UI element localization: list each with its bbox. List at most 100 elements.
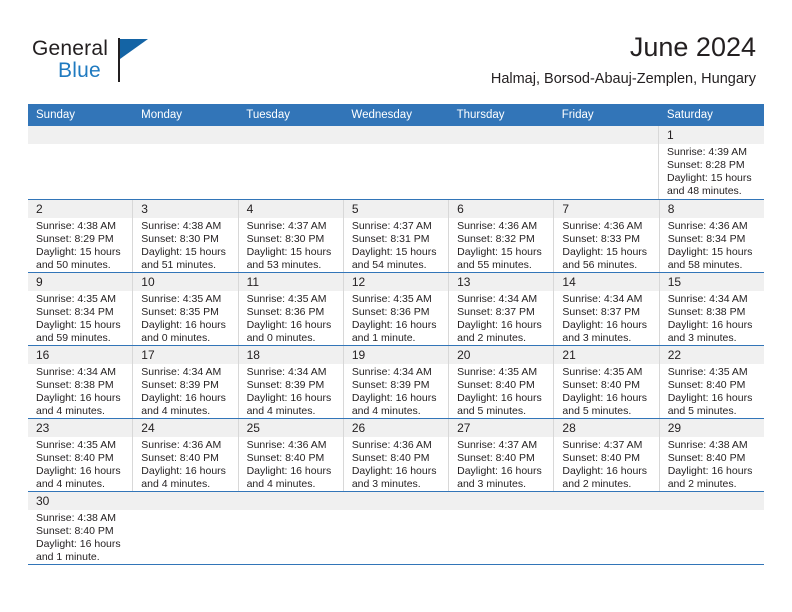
calendar-day-cell[interactable]: 21 Sunrise: 4:35 AM Sunset: 8:40 PM Dayligh… — [553, 346, 658, 418]
day-detail-lines: Sunrise: 4:36 AM Sunset: 8:32 PM Daylight:… — [457, 220, 547, 272]
day-detail-line: Sunset: 8:31 PM — [351, 233, 430, 245]
day-detail-lines: Sunrise: 4:39 AM Sunset: 8:28 PM Daylight:… — [667, 146, 758, 198]
day-detail-line: Daylight: 15 hours — [667, 246, 753, 258]
calendar-day-cell[interactable]: 22 Sunrise: 4:35 AM Sunset: 8:40 PM Dayligh… — [658, 346, 764, 418]
day-detail-line: Sunset: 8:34 PM — [667, 233, 746, 245]
calendar-day-cell[interactable]: 24 Sunrise: 4:36 AM Sunset: 8:40 PM Dayligh… — [132, 419, 237, 491]
day-detail-line: Sunrise: 4:35 AM — [36, 439, 116, 451]
day-detail-line: Daylight: 15 hours — [562, 246, 648, 258]
day-detail-line: Sunrise: 4:37 AM — [246, 220, 327, 232]
day-detail-lines: Sunrise: 4:36 AM Sunset: 8:34 PM Daylight:… — [668, 220, 758, 272]
day-detail-line: Sunrise: 4:36 AM — [141, 439, 222, 451]
calendar-day-cell[interactable]: 6 Sunrise: 4:36 AM Sunset: 8:32 PM Daylight… — [448, 200, 553, 272]
calendar-day-cell[interactable]: 15 Sunrise: 4:34 AM Sunset: 8:38 PM Dayligh… — [658, 273, 764, 345]
day-detail-line: Sunrise: 4:35 AM — [351, 293, 432, 305]
week-cells: 9 Sunrise: 4:35 AM Sunset: 8:34 PM Daylight… — [28, 273, 764, 345]
day-detail-lines: Sunrise: 4:34 AM Sunset: 8:38 PM Daylight:… — [36, 366, 126, 418]
day-detail-line: Sunset: 8:30 PM — [246, 233, 325, 245]
day-number — [456, 126, 547, 144]
calendar-day-cell[interactable]: 7 Sunrise: 4:36 AM Sunset: 8:33 PM Daylight… — [553, 200, 658, 272]
day-detail-lines: Sunrise: 4:37 AM Sunset: 8:40 PM Daylight:… — [457, 439, 547, 491]
day-detail-line: Sunrise: 4:35 AM — [36, 293, 116, 305]
day-detail-line: Daylight: 15 hours — [246, 246, 332, 258]
calendar-day-cell[interactable]: 8 Sunrise: 4:36 AM Sunset: 8:34 PM Daylight… — [658, 200, 764, 272]
day-number: 5 — [351, 202, 359, 216]
day-detail-line: Sunset: 8:39 PM — [351, 379, 430, 391]
day-detail-line: Daylight: 16 hours — [562, 392, 648, 404]
day-detail-line: Daylight: 16 hours — [457, 392, 542, 404]
calendar-day-cell[interactable]: 4 Sunrise: 4:37 AM Sunset: 8:30 PM Daylight… — [237, 200, 343, 272]
calendar-day-cell[interactable]: 18 Sunrise: 4:34 AM Sunset: 8:39 PM Dayligh… — [237, 346, 343, 418]
calendar-day-cell[interactable]: 14 Sunrise: 4:34 AM Sunset: 8:37 PM Dayligh… — [553, 273, 658, 345]
day-detail-line: Sunrise: 4:34 AM — [246, 366, 327, 378]
day-detail-lines: Sunrise: 4:37 AM Sunset: 8:31 PM Daylight:… — [352, 220, 442, 272]
day-detail-line: Daylight: 15 hours — [36, 319, 121, 331]
day-detail-line: and 59 minutes. — [36, 332, 111, 344]
calendar-day-cell[interactable]: 20 Sunrise: 4:35 AM Sunset: 8:40 PM Dayligh… — [448, 346, 553, 418]
calendar-day-cell[interactable]: 1 Sunrise: 4:39 AM Sunset: 8:28 PM Daylight… — [658, 126, 764, 199]
day-detail-line: and 4 minutes. — [36, 405, 105, 417]
calendar-day-cell[interactable]: 2 Sunrise: 4:38 AM Sunset: 8:29 PM Daylight… — [28, 200, 132, 272]
calendar-bottom-rule — [28, 564, 764, 565]
logo-flag-icon — [120, 39, 148, 59]
calendar-day-cell[interactable]: 13 Sunrise: 4:34 AM Sunset: 8:37 PM Dayligh… — [448, 273, 553, 345]
day-detail-line: Sunset: 8:40 PM — [36, 452, 114, 464]
calendar-day-cell-empty — [448, 126, 553, 199]
calendar-day-cell[interactable]: 30 Sunrise: 4:38 AM Sunset: 8:40 PM Dayligh… — [28, 492, 133, 564]
day-detail-line: Sunset: 8:36 PM — [351, 306, 430, 318]
calendar-day-cell[interactable]: 28 Sunrise: 4:37 AM Sunset: 8:40 PM Dayligh… — [553, 419, 658, 491]
weekday-header-friday: Friday — [561, 109, 594, 121]
day-detail-line: and 1 minute. — [351, 332, 416, 344]
day-detail-lines: Sunrise: 4:34 AM Sunset: 8:39 PM Daylight:… — [352, 366, 442, 418]
calendar-day-cell[interactable]: 29 Sunrise: 4:38 AM Sunset: 8:40 PM Dayligh… — [658, 419, 764, 491]
calendar-day-cell[interactable]: 10 Sunrise: 4:35 AM Sunset: 8:35 PM Dayligh… — [132, 273, 237, 345]
general-blue-logo[interactable]: General Blue — [32, 36, 192, 92]
calendar-day-cell[interactable]: 16 Sunrise: 4:34 AM Sunset: 8:38 PM Dayligh… — [28, 346, 132, 418]
calendar-day-cell[interactable]: 23 Sunrise: 4:35 AM Sunset: 8:40 PM Dayligh… — [28, 419, 132, 491]
day-number: 8 — [667, 202, 675, 216]
day-detail-line: Sunset: 8:40 PM — [36, 525, 114, 537]
day-detail-lines: Sunrise: 4:37 AM Sunset: 8:30 PM Daylight:… — [247, 220, 337, 272]
day-detail-line: and 4 minutes. — [246, 478, 316, 490]
day-number: 11 — [246, 275, 260, 289]
calendar-day-cell[interactable]: 5 Sunrise: 4:37 AM Sunset: 8:31 PM Daylight… — [342, 200, 448, 272]
calendar-day-cell[interactable]: 25 Sunrise: 4:36 AM Sunset: 8:40 PM Dayligh… — [237, 419, 343, 491]
day-detail-lines: Sunrise: 4:37 AM Sunset: 8:40 PM Daylight:… — [562, 439, 652, 491]
day-detail-line: and 4 minutes. — [351, 405, 421, 417]
day-detail-line: Sunset: 8:34 PM — [36, 306, 114, 318]
calendar-day-cell[interactable]: 11 Sunrise: 4:35 AM Sunset: 8:36 PM Dayligh… — [237, 273, 343, 345]
day-detail-lines: Sunrise: 4:35 AM Sunset: 8:36 PM Daylight:… — [352, 293, 442, 345]
day-detail-line: and 55 minutes. — [457, 259, 532, 271]
calendar-day-cell[interactable]: 27 Sunrise: 4:37 AM Sunset: 8:40 PM Dayligh… — [448, 419, 553, 491]
day-number: 24 — [141, 421, 155, 435]
calendar-day-cell[interactable]: 26 Sunrise: 4:36 AM Sunset: 8:40 PM Dayligh… — [342, 419, 448, 491]
calendar-day-cell[interactable]: 9 Sunrise: 4:35 AM Sunset: 8:34 PM Daylight… — [28, 273, 132, 345]
day-number: 3 — [141, 202, 148, 216]
day-detail-line: Sunrise: 4:38 AM — [36, 220, 116, 232]
day-detail-lines: Sunrise: 4:35 AM Sunset: 8:36 PM Daylight:… — [247, 293, 337, 345]
day-detail-line: Sunrise: 4:36 AM — [457, 220, 538, 232]
calendar-day-cell[interactable]: 19 Sunrise: 4:34 AM Sunset: 8:39 PM Dayligh… — [342, 346, 448, 418]
day-detail-line: Sunset: 8:40 PM — [667, 452, 746, 464]
day-number: 20 — [457, 348, 471, 362]
day-detail-line: Daylight: 16 hours — [351, 319, 437, 331]
day-detail-lines: Sunrise: 4:35 AM Sunset: 8:40 PM Daylight:… — [457, 366, 547, 418]
day-detail-line: Sunset: 8:38 PM — [667, 306, 746, 318]
day-detail-line: and 5 minutes. — [667, 405, 737, 417]
day-detail-line: Sunset: 8:40 PM — [562, 379, 641, 391]
calendar-day-cell[interactable]: 17 Sunrise: 4:34 AM Sunset: 8:39 PM Dayligh… — [132, 346, 237, 418]
calendar-grid: Sunday Monday Tuesday Wednesday Thursday Frid… — [28, 104, 764, 565]
weekday-header-wednesday: Wednesday — [351, 109, 412, 121]
day-detail-lines: Sunrise: 4:38 AM Sunset: 8:30 PM Daylight:… — [141, 220, 231, 272]
calendar-day-cell[interactable]: 3 Sunrise: 4:38 AM Sunset: 8:30 PM Daylight… — [132, 200, 237, 272]
calendar-day-cell[interactable]: 12 Sunrise: 4:35 AM Sunset: 8:36 PM Dayligh… — [342, 273, 448, 345]
day-detail-lines: Sunrise: 4:35 AM Sunset: 8:40 PM Daylight:… — [562, 366, 652, 418]
day-detail-line: Daylight: 16 hours — [36, 538, 121, 550]
day-detail-lines: Sunrise: 4:34 AM Sunset: 8:37 PM Daylight:… — [562, 293, 652, 345]
day-detail-line: and 3 minutes. — [351, 478, 421, 490]
day-detail-line: Sunset: 8:37 PM — [562, 306, 641, 318]
day-detail-lines: Sunrise: 4:34 AM Sunset: 8:37 PM Daylight:… — [457, 293, 547, 345]
day-detail-lines: Sunrise: 4:35 AM Sunset: 8:40 PM Daylight:… — [668, 366, 758, 418]
day-number — [351, 492, 442, 510]
day-detail-line: Daylight: 16 hours — [36, 465, 121, 477]
